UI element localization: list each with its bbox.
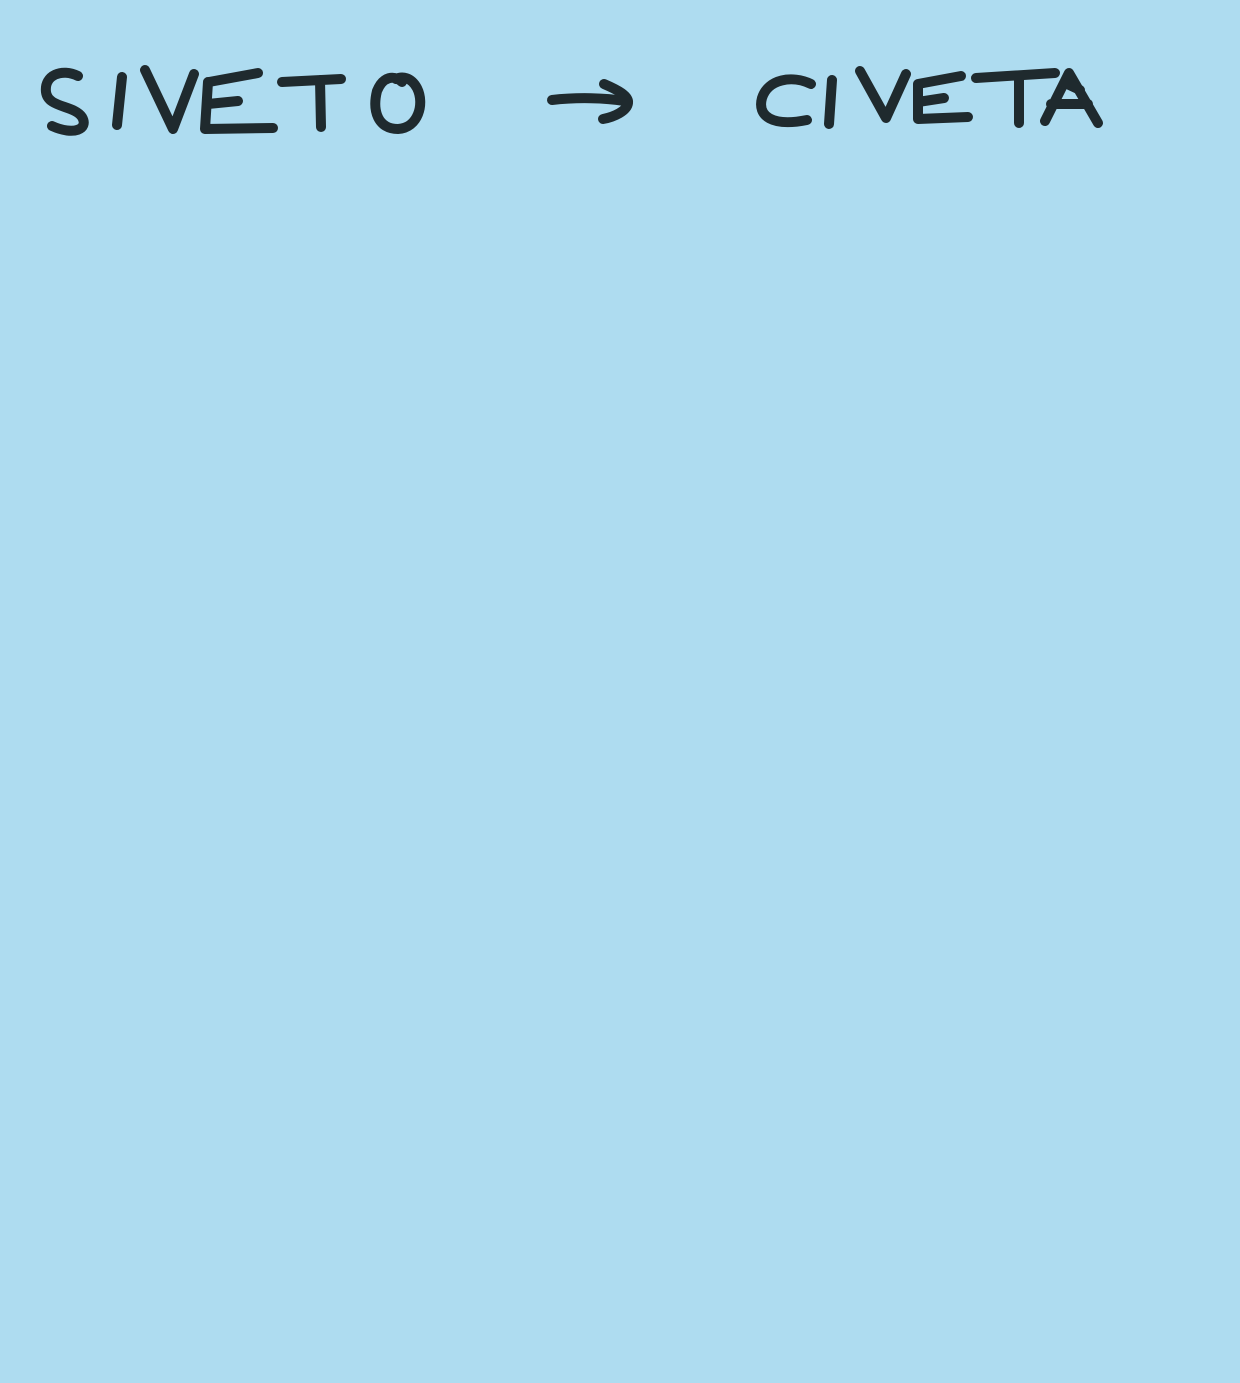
target-word-handwritten — [756, 66, 1103, 129]
sticky-note: SIVETO → CIVETA — [0, 0, 1240, 1383]
source-word-handwritten — [40, 65, 426, 136]
arrow-icon — [547, 79, 633, 124]
handwriting-layer — [40, 65, 1103, 136]
